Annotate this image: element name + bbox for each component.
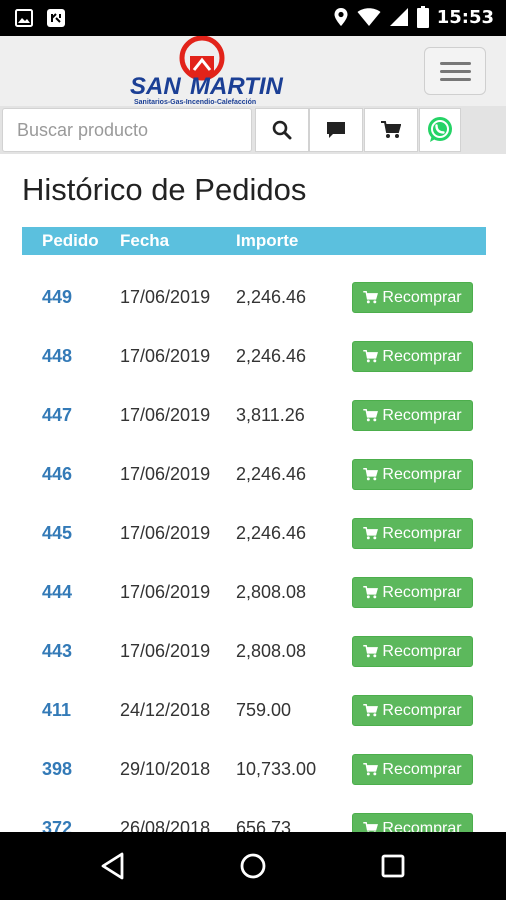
status-bar: 15:53: [0, 0, 506, 36]
cart-icon: [363, 586, 379, 599]
order-amount: 2,246.46: [236, 346, 307, 366]
table-header: Pedido Fecha Importe: [22, 227, 486, 255]
order-amount: 2,808.08: [236, 582, 307, 602]
order-amount: 759.00: [236, 700, 292, 720]
column-header-fecha: Fecha: [120, 231, 170, 250]
san-martin-logo[interactable]: SAN MARTIN Sanitarios-Gas-Incendio-Calef…: [130, 36, 295, 106]
recomprar-label: Recomprar: [382, 760, 462, 778]
order-number-link[interactable]: 449: [42, 268, 72, 327]
order-amount: 2,808.08: [236, 641, 307, 661]
home-icon[interactable]: [237, 850, 269, 882]
table-row: 448 17/06/2019 2,246.46 Recomprar: [22, 327, 486, 386]
order-number-link[interactable]: 446: [42, 445, 72, 504]
order-date: 24/12/2018: [120, 700, 211, 720]
order-number-link[interactable]: 398: [42, 740, 72, 799]
order-date: 17/06/2019: [120, 464, 211, 484]
recents-icon[interactable]: [377, 850, 409, 882]
order-date: 17/06/2019: [120, 287, 211, 307]
recomprar-button[interactable]: Recomprar: [352, 636, 473, 667]
recomprar-label: Recomprar: [382, 288, 462, 306]
recomprar-label: Recomprar: [382, 701, 462, 719]
search-icon: [272, 120, 292, 140]
search-input[interactable]: [2, 108, 252, 152]
chat-button[interactable]: [309, 108, 363, 152]
cart-icon: [363, 350, 379, 363]
cart-icon: [363, 763, 379, 776]
table-row: 411 24/12/2018 759.00 Recomprar: [22, 681, 486, 740]
order-date: 17/06/2019: [120, 641, 211, 661]
recomprar-label: Recomprar: [382, 347, 462, 365]
table-row: 398 29/10/2018 10,733.00 Recomprar: [22, 740, 486, 799]
recomprar-button[interactable]: Recomprar: [352, 518, 473, 549]
page-title: Histórico de Pedidos: [22, 172, 307, 207]
order-number-link[interactable]: 448: [42, 327, 72, 386]
recomprar-button[interactable]: Recomprar: [352, 577, 473, 608]
table-row: 444 17/06/2019 2,808.08 Recomprar: [22, 563, 486, 622]
cart-icon: [363, 527, 379, 540]
svg-text:Sanitarios-Gas-Incendio-Calefa: Sanitarios-Gas-Incendio-Calefacción: [134, 99, 256, 106]
site-header: SAN MARTIN Sanitarios-Gas-Incendio-Calef…: [0, 36, 506, 106]
order-date: 17/06/2019: [120, 523, 211, 543]
recomprar-label: Recomprar: [382, 406, 462, 424]
location-icon: [334, 8, 348, 26]
search-button[interactable]: [255, 108, 309, 152]
recomprar-button[interactable]: Recomprar: [352, 754, 473, 785]
order-number-link[interactable]: 445: [42, 504, 72, 563]
table-row: 447 17/06/2019 3,811.26 Recomprar: [22, 386, 486, 445]
app-notification-icon: [47, 9, 65, 27]
table-row: 445 17/06/2019 2,246.46 Recomprar: [22, 504, 486, 563]
order-amount: 2,246.46: [236, 287, 307, 307]
order-number-link[interactable]: 444: [42, 563, 72, 622]
order-number-link[interactable]: 443: [42, 622, 72, 681]
hamburger-icon: [440, 62, 471, 65]
order-date: 17/06/2019: [120, 346, 211, 366]
table-row: 446 17/06/2019 2,246.46 Recomprar: [22, 445, 486, 504]
whatsapp-icon: [428, 117, 452, 142]
order-date: 29/10/2018: [120, 759, 211, 779]
recomprar-button[interactable]: Recomprar: [352, 459, 473, 490]
table-row: 449 17/06/2019 2,246.46 Recomprar: [22, 268, 486, 327]
signal-icon: [389, 8, 408, 26]
recomprar-button[interactable]: Recomprar: [352, 341, 473, 372]
back-icon[interactable]: [98, 850, 130, 882]
cart-icon: [363, 409, 379, 422]
recomprar-label: Recomprar: [382, 524, 462, 542]
recomprar-label: Recomprar: [382, 642, 462, 660]
clock: 15:53: [436, 6, 494, 28]
navigation-bar: [0, 832, 506, 900]
recomprar-label: Recomprar: [382, 583, 462, 601]
chat-icon: [327, 122, 345, 138]
recomprar-button[interactable]: Recomprar: [352, 400, 473, 431]
order-amount: 3,811.26: [236, 405, 305, 425]
search-bar: [0, 106, 506, 154]
order-number-link[interactable]: 447: [42, 386, 72, 445]
battery-icon: [416, 6, 429, 28]
svg-text:SAN: SAN: [130, 73, 181, 100]
menu-button[interactable]: [424, 47, 486, 95]
cart-icon: [363, 645, 379, 658]
cart-icon: [363, 468, 379, 481]
recomprar-label: Recomprar: [382, 465, 462, 483]
gallery-notification-icon: [15, 9, 33, 27]
column-header-pedido: Pedido: [42, 231, 99, 250]
wifi-icon: [357, 8, 381, 26]
cart-icon: [363, 704, 379, 717]
recomprar-button[interactable]: Recomprar: [352, 282, 473, 313]
table-row: 443 17/06/2019 2,808.08 Recomprar: [22, 622, 486, 681]
order-amount: 2,246.46: [236, 523, 307, 543]
svg-text:MARTIN: MARTIN: [190, 73, 284, 100]
order-amount: 2,246.46: [236, 464, 307, 484]
order-amount: 10,733.00: [236, 759, 317, 779]
order-date: 17/06/2019: [120, 405, 211, 425]
cart-icon: [363, 291, 379, 304]
order-number-link[interactable]: 411: [42, 681, 71, 740]
cart-button[interactable]: [364, 108, 418, 152]
cart-icon: [381, 121, 401, 138]
column-header-importe: Importe: [236, 231, 299, 250]
order-date: 17/06/2019: [120, 582, 211, 602]
whatsapp-button[interactable]: [419, 108, 461, 152]
recomprar-button[interactable]: Recomprar: [352, 695, 473, 726]
